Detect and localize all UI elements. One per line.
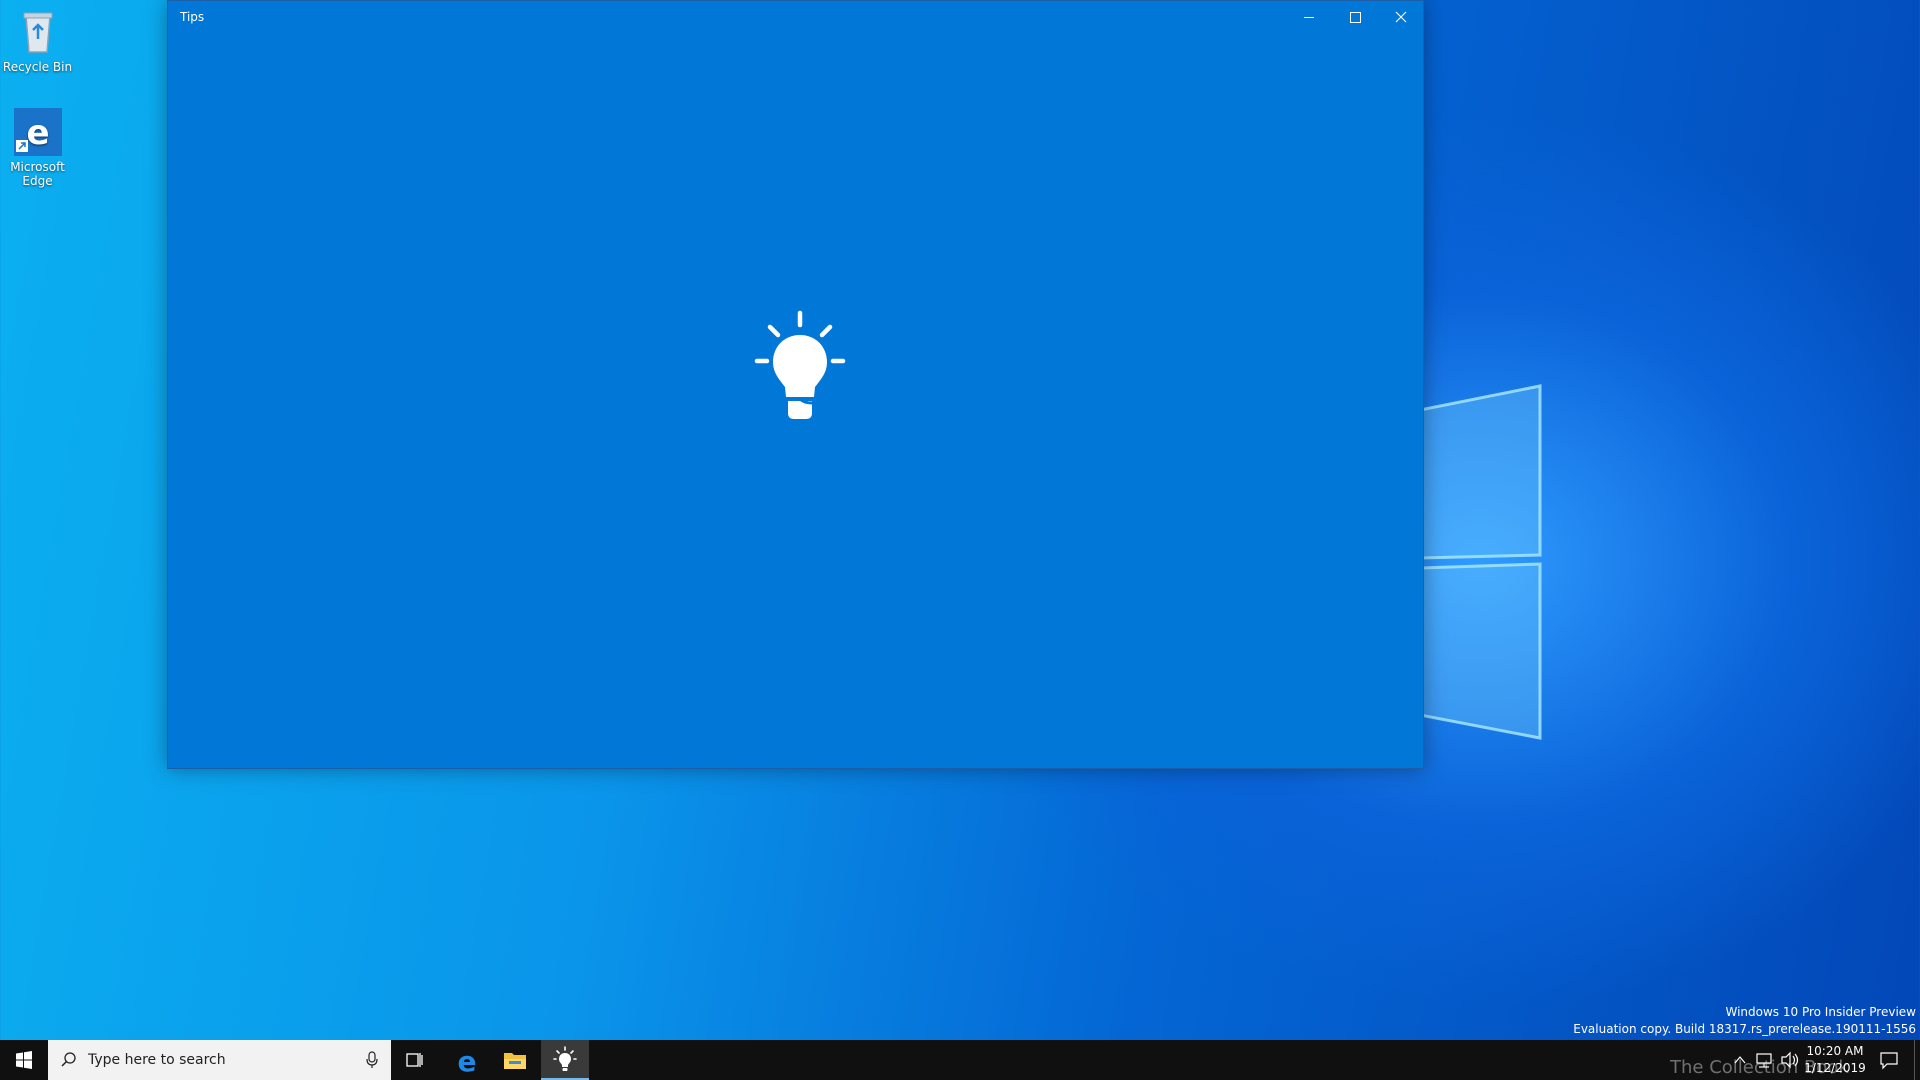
minimize-icon: [1304, 17, 1314, 18]
search-placeholder: Type here to search: [88, 1052, 226, 1068]
taskbar: Type here to search e The Collection Boo…: [0, 1040, 1920, 1080]
volume-icon: [1781, 1051, 1799, 1069]
close-button[interactable]: [1378, 1, 1424, 33]
windows-wallpaper-logo: [1420, 384, 1542, 740]
show-desktop-button[interactable]: [1914, 1040, 1920, 1080]
minimize-button[interactable]: [1286, 1, 1332, 33]
task-view-icon: [406, 1053, 423, 1067]
notification-icon: [1880, 1052, 1898, 1070]
file-explorer-icon: [504, 1053, 526, 1069]
maximize-button[interactable]: [1332, 1, 1378, 33]
search-icon: [61, 1052, 76, 1067]
windows-start-icon: [16, 1051, 32, 1069]
network-button[interactable]: [1752, 1040, 1776, 1080]
svg-text:e: e: [458, 1045, 477, 1078]
window-title: Tips: [180, 10, 205, 24]
start-button[interactable]: [0, 1040, 48, 1080]
edge-icon: e: [13, 108, 62, 156]
task-view-button[interactable]: [391, 1040, 439, 1080]
close-icon: [1395, 11, 1407, 23]
microphone-icon[interactable]: [365, 1051, 379, 1069]
taskbar-edge-button[interactable]: e: [443, 1040, 491, 1080]
svg-text:e: e: [26, 113, 49, 153]
desktop-icon-recycle-bin[interactable]: Recycle Bin: [0, 8, 75, 74]
tips-window[interactable]: Tips: [167, 0, 1424, 769]
taskbar-file-explorer-button[interactable]: [491, 1040, 539, 1080]
action-center-button[interactable]: [1872, 1040, 1906, 1080]
taskbar-tips-button[interactable]: [541, 1040, 589, 1080]
search-box[interactable]: Type here to search: [48, 1040, 391, 1080]
chevron-up-icon: [1734, 1056, 1746, 1064]
evaluation-watermark: Windows 10 Pro Insider Preview Evaluatio…: [1573, 1005, 1916, 1036]
recycle-bin-icon: [14, 8, 62, 56]
show-hidden-icons-button[interactable]: [1730, 1040, 1750, 1080]
volume-button[interactable]: [1778, 1040, 1802, 1080]
edge-icon: e: [458, 1045, 477, 1078]
tips-icon: [553, 1046, 577, 1071]
lightbulb-icon: [754, 310, 846, 419]
title-bar[interactable]: Tips: [168, 1, 1423, 33]
desktop-icon-microsoft-edge[interactable]: e Microsoft Edge: [0, 108, 75, 188]
maximize-icon: [1350, 12, 1361, 23]
network-icon: [1756, 1053, 1772, 1068]
clock[interactable]: 10:20 AM 1/12/2019: [1800, 1043, 1870, 1077]
